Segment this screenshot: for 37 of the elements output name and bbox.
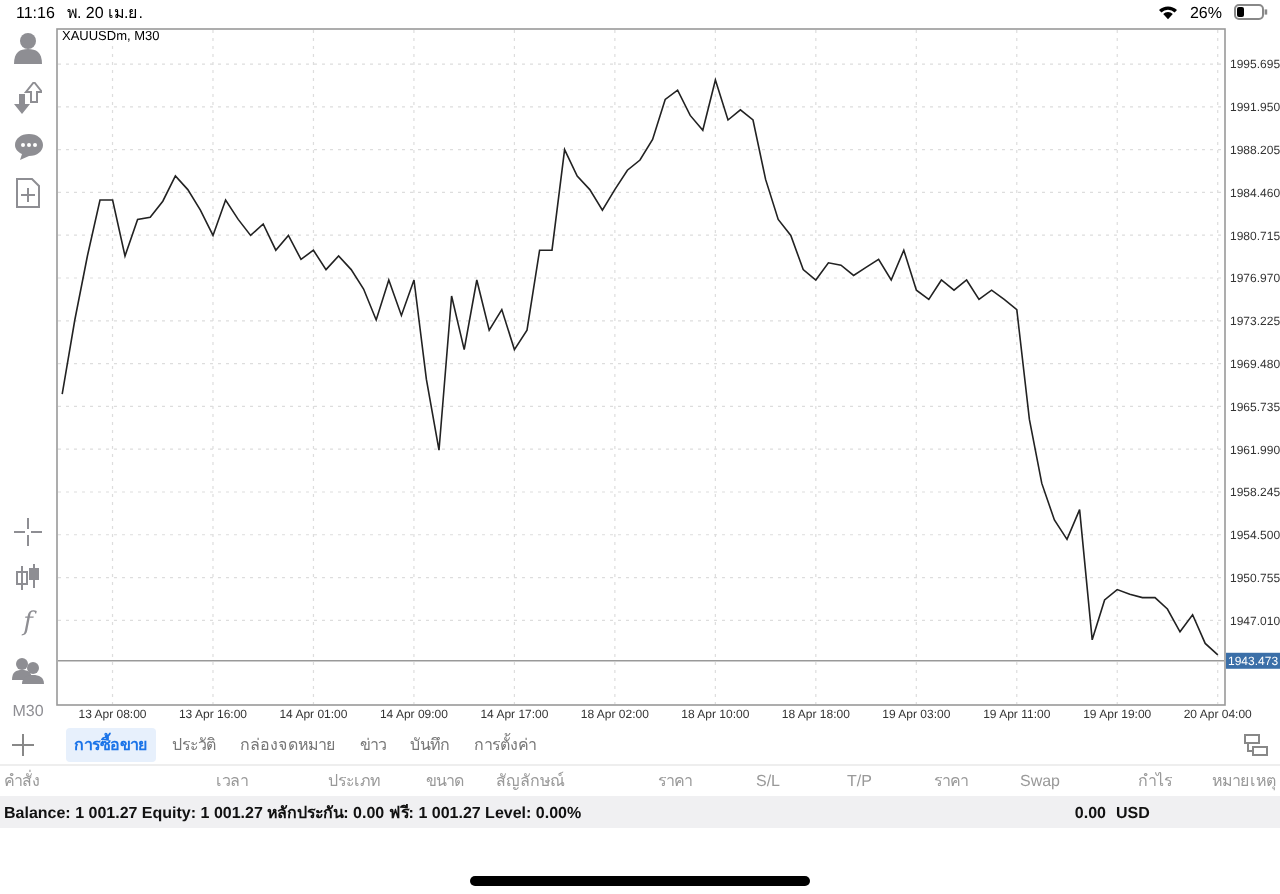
column-header: ประเภท: [326, 769, 380, 793]
person-icon[interactable]: [14, 32, 42, 64]
column-header: ราคา: [932, 769, 968, 793]
panel-layout-icon[interactable]: [1244, 733, 1268, 755]
chat-icon[interactable]: [13, 132, 43, 160]
add-document-icon[interactable]: [16, 178, 40, 208]
function-icon[interactable]: f: [23, 610, 33, 638]
battery-percent: 26%: [1189, 3, 1222, 21]
currency-label: USD: [1114, 803, 1152, 821]
column-header: เวลา: [214, 769, 248, 793]
crosshair-icon[interactable]: [14, 518, 42, 546]
timeframe-label[interactable]: M30: [12, 702, 44, 720]
tab[interactable]: กล่องจดหมาย: [232, 727, 344, 761]
column-header: หมายเหตุ: [1210, 769, 1276, 793]
transfer-arrows-icon[interactable]: [14, 82, 42, 114]
column-header: คำสั่ง: [2, 768, 42, 793]
date-text: พ. 20 เม.ย.: [66, 1, 143, 25]
account-summary: Balance: 1 001.27 Equity: 1 001.27 หลักประกัน: 0.00 ฟรี: 1 001.27 Level: 0.00%: [4, 801, 582, 825]
profit-total: 0.00: [1072, 803, 1106, 821]
column-header: ราคา: [656, 769, 692, 793]
tab[interactable]: การซื้อขาย: [66, 727, 156, 761]
people-icon[interactable]: [12, 656, 44, 684]
column-header: Swap: [1017, 771, 1060, 789]
column-header: สัญลักษณ์: [494, 769, 567, 793]
candlestick-icon[interactable]: [14, 564, 42, 592]
tab[interactable]: การตั้งค่า: [466, 727, 544, 761]
column-header: ขนาด: [424, 769, 464, 793]
clock-time: 11:16: [16, 3, 55, 21]
tab[interactable]: บันทึก: [402, 727, 458, 761]
column-header: กำไร: [1136, 769, 1172, 793]
battery-icon: [1234, 4, 1268, 20]
add-icon[interactable]: [12, 733, 34, 755]
column-header: T/P: [845, 771, 872, 789]
wifi-icon: [1157, 4, 1178, 20]
tab[interactable]: ประวัติ: [164, 727, 224, 761]
tab[interactable]: ข่าว: [352, 727, 394, 761]
column-header: S/L: [753, 771, 780, 789]
